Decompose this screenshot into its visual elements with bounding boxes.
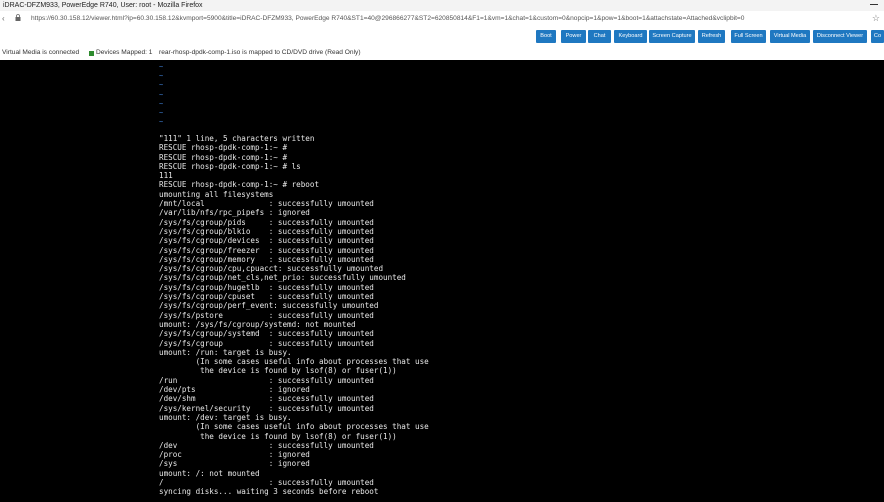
console-line: umount: /dev: target is busy. (159, 412, 292, 422)
console-line: /sys/fs/pstore : successfully umounted (159, 310, 374, 320)
console-line: /dev/shm : successfully umounted (159, 394, 374, 404)
console-line: RESCUE rhosp-dpdk-comp-1:~ # ls (159, 161, 301, 171)
console-line: /sys/fs/cgroup/blkio : successfully umou… (159, 226, 374, 236)
console-line: /dev/pts : ignored (159, 385, 310, 395)
toolbar-button-keyboard[interactable]: Keyboard (614, 30, 647, 43)
console-line: umount: /: not mounted (159, 468, 260, 478)
console-line: /sys/kernel/security : successfully umou… (159, 403, 374, 413)
console-line: /sys/fs/cgroup/hugetlb : successfully um… (159, 282, 374, 292)
console-line: /dev : successfully umounted (159, 440, 374, 450)
minimize-icon[interactable] (870, 4, 878, 5)
console-line: syncing disks... waiting 3 seconds befor… (159, 487, 379, 497)
vim-empty-line-tilde: ~ (159, 72, 164, 81)
console-line: umount: /sys/fs/cgroup/systemd: not moun… (159, 319, 356, 329)
console-line: 111 (159, 171, 173, 181)
console-line: umounting all filesystems (159, 189, 274, 199)
toolbar-button-screen-capture[interactable]: Screen Capture (649, 30, 695, 43)
console-line: /sys/fs/cgroup/cpuset : successfully umo… (159, 292, 374, 302)
console-line: /sys/fs/cgroup/freezer : successfully um… (159, 245, 374, 255)
console-line: RESCUE rhosp-dpdk-comp-1:~ # reboot (159, 180, 320, 190)
vim-empty-line-tilde: ~ (159, 63, 164, 71)
window-title: iDRAC-DFZM933, PowerEdge R740, User: roo… (3, 2, 203, 9)
vim-empty-line-tilde: ~ (159, 90, 164, 99)
console-line: /sys : ignored (159, 459, 310, 469)
vim-empty-line-tilde: ~ (159, 99, 164, 108)
console-line: the device is found by lsof(8) or fuser(… (159, 366, 397, 376)
window-titlebar: iDRAC-DFZM933, PowerEdge R740, User: roo… (0, 0, 884, 11)
url-text[interactable]: https://60.30.158.12/viewer.html?ip=60.3… (31, 15, 744, 22)
console-line: RESCUE rhosp-dpdk-comp-1:~ # (159, 143, 288, 153)
kvm-console[interactable]: ~ ~ ~ ~ ~ ~ ~ "111" 1 line, 5 characters writt… (0, 60, 884, 502)
console-line: /sys/fs/cgroup : successfully umounted (159, 338, 374, 348)
mapped-info: rear-rhosp-dpdk-comp-1.iso is mapped to … (159, 49, 361, 56)
status-dot-icon (89, 51, 94, 56)
toolbar-button-boot[interactable]: Boot (536, 30, 556, 43)
console-line: /proc : ignored (159, 450, 310, 460)
status-bar: Virtual Media is connected Devices Mappe… (0, 46, 884, 61)
toolbar-button-disconnect-viewer[interactable]: Disconnect Viewer (813, 30, 867, 43)
bookmark-icon[interactable]: ☆ (872, 13, 880, 24)
console-line: umount: /run: target is busy. (159, 347, 292, 357)
devices-mapped: Devices Mapped: 1 (96, 49, 153, 56)
console-line: "111" 1 line, 5 characters written (159, 134, 315, 143)
console-line: /sys/fs/cgroup/memory : successfully umo… (159, 254, 374, 264)
vim-empty-line-tilde: ~ (159, 81, 164, 90)
console-line: /sys/fs/cgroup/systemd : successfully um… (159, 329, 374, 339)
console-line: /run : successfully umounted (159, 375, 374, 385)
toolbar-button-power[interactable]: Power (561, 30, 586, 43)
console-line: (In some cases useful info about process… (159, 357, 429, 367)
console-line: /sys/fs/cgroup/pids : successfully umoun… (159, 217, 374, 227)
console-output: "111" 1 line, 5 characters written RESCUE… (159, 134, 429, 497)
console-line: / : successfully umounted (159, 477, 374, 487)
toolbar-button-co[interactable]: Co (871, 30, 884, 43)
virtual-media-status: Virtual Media is connected (2, 49, 80, 56)
console-line: RESCUE rhosp-dpdk-comp-1:~ # (159, 152, 288, 162)
toolbar-button-full-screen[interactable]: Full Screen (731, 30, 766, 43)
console-line: /mnt/local : successfully umounted (159, 199, 374, 209)
console-line: /sys/fs/cgroup/devices : successfully um… (159, 236, 374, 246)
lock-icon (15, 14, 21, 21)
console-line: /sys/fs/cgroup/perf_event: successfully … (159, 301, 379, 311)
toolbar-button-chat[interactable]: Chat (588, 30, 611, 43)
toolbar-button-virtual-media[interactable]: Virtual Media (770, 30, 810, 43)
vim-empty-line-tilde: ~ (159, 118, 164, 127)
back-icon[interactable]: ‹ (2, 14, 5, 23)
console-line: /sys/fs/cgroup/net_cls,net_prio: success… (159, 273, 406, 283)
console-line: the device is found by lsof(8) or fuser(… (159, 431, 397, 441)
toolbar-button-refresh[interactable]: Refresh (698, 30, 725, 43)
address-bar: ‹ https://60.30.158.12/viewer.html?ip=60… (0, 11, 884, 28)
viewer-toolbar: Boot Power Chat Keyboard Screen Capture Refre… (0, 27, 884, 46)
console-line: /sys/fs/cgroup/cpu,cpuacct: successfully… (159, 264, 384, 274)
console-line: (In some cases useful info about process… (159, 422, 429, 432)
console-line: /var/lib/nfs/rpc_pipefs : ignored (159, 208, 310, 218)
vim-empty-line-tilde: ~ (159, 109, 164, 117)
